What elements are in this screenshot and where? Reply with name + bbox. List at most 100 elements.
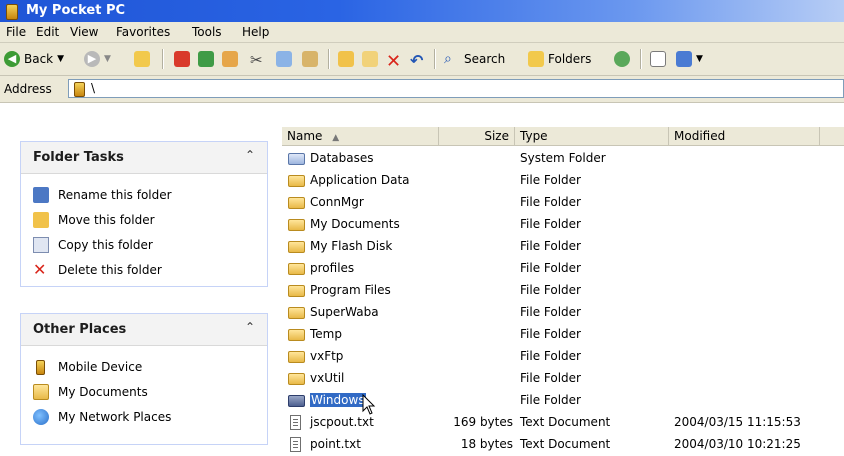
rename-icon bbox=[33, 187, 49, 203]
delete-button[interactable]: ✕ bbox=[386, 48, 406, 72]
delete-folder-task[interactable]: ✕ Delete this folder bbox=[33, 260, 162, 280]
search-button[interactable]: ⌕ Search bbox=[444, 48, 505, 70]
list-item-connmgr[interactable]: ConnMgr File Folder bbox=[282, 192, 844, 214]
menu-bar: File Edit View Favorites Tools Help bbox=[0, 22, 844, 43]
menu-file[interactable]: File bbox=[6, 22, 26, 42]
history-icon bbox=[614, 51, 630, 67]
modified-header-label: Modified bbox=[674, 129, 726, 143]
file-type: File Folder bbox=[520, 393, 581, 407]
back-button[interactable]: ◀ Back ▼ bbox=[4, 48, 64, 70]
other-places-header[interactable]: Other Places ⌃ bbox=[21, 314, 267, 346]
file-type: File Folder bbox=[520, 283, 581, 297]
menu-edit[interactable]: Edit bbox=[36, 22, 59, 42]
file-name: Application Data bbox=[310, 173, 410, 187]
copy-folder-task[interactable]: Copy this folder bbox=[33, 235, 153, 255]
list-item-point-txt[interactable]: point.txt 18 bytes Text Document 2004/03… bbox=[282, 434, 844, 456]
collapse-icon[interactable]: ⌃ bbox=[245, 320, 255, 334]
folders-button[interactable]: Folders bbox=[528, 48, 591, 70]
column-header-size[interactable]: Size bbox=[439, 127, 515, 146]
place-my-network-places[interactable]: My Network Places bbox=[33, 407, 171, 427]
file-name: My Flash Disk bbox=[310, 239, 393, 253]
file-type: File Folder bbox=[520, 239, 581, 253]
list-item-program-files[interactable]: Program Files File Folder bbox=[282, 280, 844, 302]
separator bbox=[328, 49, 330, 69]
list-item-vxutil[interactable]: vxUtil File Folder bbox=[282, 368, 844, 390]
menu-tools[interactable]: Tools bbox=[192, 22, 222, 42]
file-name: point.txt bbox=[310, 437, 361, 451]
forward-button[interactable]: ▶ ▼ bbox=[84, 48, 111, 70]
file-name: Temp bbox=[310, 327, 342, 341]
refresh-icon bbox=[198, 51, 214, 67]
chevron-down-icon: ▼ bbox=[696, 54, 703, 64]
file-size: 18 bytes bbox=[460, 437, 513, 451]
copy-icon bbox=[276, 51, 292, 67]
file-type: File Folder bbox=[520, 349, 581, 363]
menu-view[interactable]: View bbox=[70, 22, 98, 42]
text-document-icon bbox=[290, 415, 301, 430]
stop-icon bbox=[174, 51, 190, 67]
task-pane: Folder Tasks ⌃ Rename this folder Move t… bbox=[0, 103, 282, 454]
back-label: Back bbox=[24, 52, 54, 66]
menu-favorites[interactable]: Favorites bbox=[116, 22, 170, 42]
column-header-name[interactable]: Name ▲ bbox=[282, 127, 439, 146]
system-folder-icon bbox=[288, 153, 305, 165]
paste-button[interactable] bbox=[302, 48, 322, 70]
home-button[interactable] bbox=[222, 48, 242, 70]
views-button[interactable]: ▼ bbox=[676, 48, 703, 70]
text-document-icon bbox=[290, 437, 301, 452]
size-header-label: Size bbox=[484, 129, 509, 143]
undo-button[interactable]: ↶ bbox=[410, 48, 430, 70]
file-name: My Documents bbox=[310, 217, 400, 231]
place-mobile-device[interactable]: Mobile Device bbox=[33, 357, 142, 377]
folder-icon bbox=[288, 219, 305, 231]
list-item-superwaba[interactable]: SuperWaba File Folder bbox=[282, 302, 844, 324]
file-name: vxFtp bbox=[310, 349, 344, 363]
file-list-pane: Name ▲ Size Type Modified Databases Syst… bbox=[282, 103, 844, 454]
copy-button[interactable] bbox=[276, 48, 296, 70]
file-modified: 2004/03/15 11:15:53 bbox=[674, 415, 801, 429]
list-item-vxftp[interactable]: vxFtp File Folder bbox=[282, 346, 844, 368]
toolbar: ◀ Back ▼ ▶ ▼ ✂ ✕ ↶ ⌕ Search Folders ▼ bbox=[0, 43, 844, 76]
list-item-profiles[interactable]: profiles File Folder bbox=[282, 258, 844, 280]
refresh-button[interactable] bbox=[198, 48, 218, 70]
list-item-my-documents[interactable]: My Documents File Folder bbox=[282, 214, 844, 236]
move-to-button[interactable] bbox=[338, 48, 358, 70]
collapse-icon[interactable]: ⌃ bbox=[245, 148, 255, 162]
back-arrow-icon: ◀ bbox=[4, 51, 20, 67]
list-item-application-data[interactable]: Application Data File Folder bbox=[282, 170, 844, 192]
file-type: File Folder bbox=[520, 305, 581, 319]
delete-icon: ✕ bbox=[386, 51, 402, 72]
file-type: File Folder bbox=[520, 261, 581, 275]
menu-help[interactable]: Help bbox=[242, 22, 269, 42]
folder-icon bbox=[288, 197, 305, 209]
folder-icon bbox=[288, 329, 305, 341]
history-button[interactable] bbox=[614, 48, 634, 70]
copy-icon bbox=[33, 237, 49, 253]
column-header-type[interactable]: Type bbox=[515, 127, 669, 146]
list-item-databases[interactable]: Databases System Folder bbox=[282, 148, 844, 170]
cut-button[interactable]: ✂ bbox=[250, 48, 270, 70]
list-item-my-flash-disk[interactable]: My Flash Disk File Folder bbox=[282, 236, 844, 258]
list-item-temp[interactable]: Temp File Folder bbox=[282, 324, 844, 346]
stop-button[interactable] bbox=[174, 48, 194, 70]
other-places-title: Other Places bbox=[33, 322, 127, 337]
name-header-label: Name bbox=[287, 129, 323, 143]
folder-tasks-header[interactable]: Folder Tasks ⌃ bbox=[21, 142, 267, 174]
up-folder-button[interactable] bbox=[134, 48, 154, 70]
move-folder-task[interactable]: Move this folder bbox=[33, 210, 155, 230]
folder-icon bbox=[288, 263, 305, 275]
address-input[interactable]: \ bbox=[68, 79, 844, 98]
file-type: File Folder bbox=[520, 327, 581, 341]
scissors-icon: ✂ bbox=[250, 51, 263, 69]
properties-button[interactable] bbox=[650, 48, 670, 70]
file-size: 169 bytes bbox=[453, 415, 513, 429]
file-modified: 2004/03/10 10:21:25 bbox=[674, 437, 801, 451]
place-my-documents[interactable]: My Documents bbox=[33, 382, 148, 402]
rename-folder-task[interactable]: Rename this folder bbox=[33, 185, 172, 205]
move-to-icon bbox=[338, 51, 354, 67]
copy-to-button[interactable] bbox=[362, 48, 382, 70]
folder-icon bbox=[288, 351, 305, 363]
properties-icon bbox=[650, 51, 666, 67]
pocket-pc-icon bbox=[6, 4, 18, 20]
column-header-modified[interactable]: Modified bbox=[669, 127, 820, 146]
